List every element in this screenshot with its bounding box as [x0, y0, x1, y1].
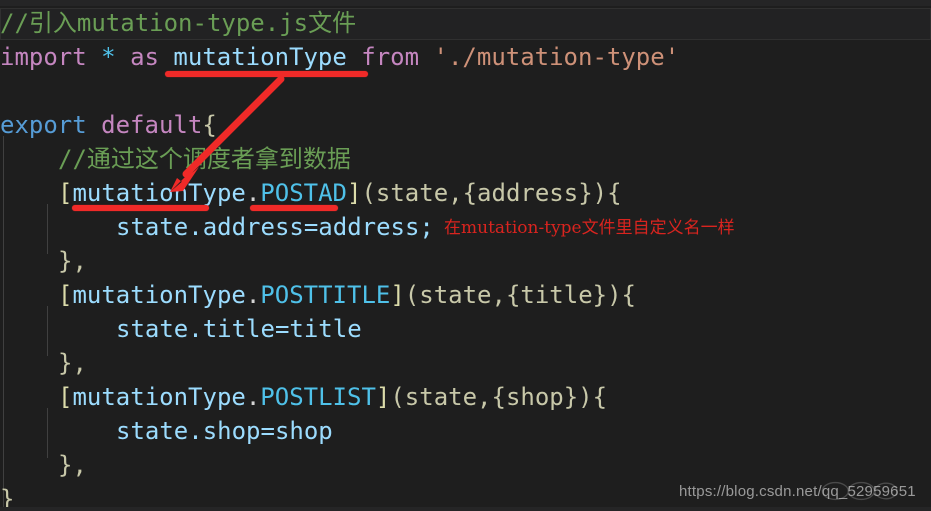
object-mutationtype: mutationType	[72, 383, 246, 411]
statement-body: state.address=address;	[116, 213, 434, 241]
underline-property-postad	[250, 205, 338, 211]
statement-body: state.shop=shop	[116, 417, 333, 445]
keyword-from: from	[361, 43, 420, 71]
method-params: (state,{address}){	[361, 179, 622, 207]
bracket-close: ]	[390, 281, 405, 309]
string-module-path: './mutation-type'	[433, 43, 680, 71]
code-line-11[interactable]: },	[0, 346, 87, 380]
code-line-8[interactable]: },	[0, 244, 87, 278]
keyword-as: as	[130, 43, 159, 71]
bracket-open: [	[58, 281, 73, 309]
method-params: (state,{title}){	[404, 281, 636, 309]
property-postlist: POSTLIST	[260, 383, 376, 411]
editor-code-area[interactable]: //引入mutation-type.js文件 import * as mutat…	[0, 6, 931, 511]
editor-bottom-edge	[0, 507, 931, 511]
identifier-mutationtype: mutationType	[173, 43, 347, 71]
underline-import-mutationtype	[165, 71, 368, 77]
wildcard-star: *	[101, 43, 116, 71]
code-line-2[interactable]: import * as mutationType from './mutatio…	[0, 40, 679, 74]
property-posttitle: POSTTITLE	[260, 281, 391, 309]
brace-close-comma: },	[58, 349, 87, 377]
comment-token: //通过这个调度者拿到数据	[58, 145, 351, 173]
code-line-3-blank[interactable]	[0, 74, 14, 108]
bracket-open: [	[58, 179, 73, 207]
dot-operator: .	[245, 281, 261, 309]
code-line-10[interactable]: state.title=title	[0, 312, 362, 346]
watermark-url: https://blog.csdn.net/qq_52959651	[679, 483, 916, 500]
property-postad: POSTAD	[260, 179, 347, 207]
underline-object-mutationtype	[72, 205, 209, 211]
brace-close-comma: },	[58, 247, 87, 275]
comment-token: //引入mutation-type.js文件	[0, 9, 357, 37]
bracket-close: ]	[347, 179, 362, 207]
brace-close-comma: },	[58, 451, 87, 479]
code-line-13[interactable]: state.shop=shop	[0, 414, 333, 448]
keyword-import: import	[0, 43, 87, 71]
annotation-note: 在mutation-type文件里自定义名一样	[444, 218, 735, 238]
object-mutationtype: mutationType	[72, 179, 246, 207]
keyword-default: default	[101, 111, 203, 139]
code-line-4[interactable]: export default{	[0, 108, 217, 142]
code-editor-screenshot: //引入mutation-type.js文件 import * as mutat…	[0, 0, 931, 511]
dot-operator: .	[245, 179, 261, 207]
bracket-open: [	[58, 383, 73, 411]
method-params: (state,{shop}){	[390, 383, 608, 411]
keyword-export: export	[0, 111, 87, 139]
dot-operator: .	[245, 383, 261, 411]
statement-body: state.title=title	[116, 315, 362, 343]
code-line-5[interactable]: //通过这个调度者拿到数据	[0, 142, 351, 176]
bracket-close: ]	[375, 383, 391, 411]
code-line-12[interactable]: [mutationType.POSTLIST](state,{shop}){	[0, 380, 607, 414]
object-mutationtype: mutationType	[72, 281, 246, 309]
code-line-1[interactable]: //引入mutation-type.js文件	[0, 6, 356, 40]
code-line-7[interactable]: state.address=address;	[0, 210, 434, 244]
brace-open: {	[202, 111, 217, 139]
code-line-14[interactable]: },	[0, 448, 87, 482]
code-line-9[interactable]: [mutationType.POSTTITLE](state,{title}){	[0, 278, 636, 312]
